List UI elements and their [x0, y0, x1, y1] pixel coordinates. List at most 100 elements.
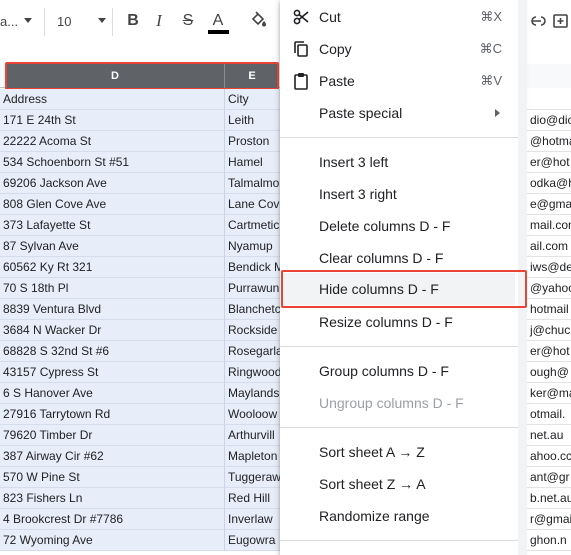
cell-column-d[interactable]: 27916 Tarrytown Rd [0, 404, 225, 425]
cell-column-d[interactable]: Address [0, 89, 225, 110]
cell-column-right[interactable]: er@hot [527, 341, 571, 362]
cell-column-d[interactable]: 3684 N Wacker Dr [0, 320, 225, 341]
cell-column-e[interactable]: Inverlaw [225, 509, 280, 530]
cell-column-right[interactable]: ghon.n [527, 530, 571, 551]
menu-item-label: Sort sheet Z → A [319, 476, 426, 492]
font-size-dropdown[interactable]: 10 [57, 14, 71, 29]
cell-column-e[interactable]: Maylands [225, 383, 280, 404]
cell-column-right[interactable]: j@chuc [527, 320, 571, 341]
menu-item-label: Paste special [319, 105, 403, 121]
cell-column-right[interactable]: b.net.au [527, 488, 571, 509]
cell-column-right[interactable]: e@gmail [527, 194, 571, 215]
toolbar-divider [112, 8, 113, 36]
cell-column-right[interactable]: dio@dic [527, 110, 571, 131]
cell-column-right[interactable]: iws@de [527, 257, 571, 278]
hide-columns-highlight [281, 270, 527, 308]
menu-item-group-columns[interactable]: Group columns D - F [280, 355, 522, 387]
cell-column-right[interactable]: @yahoo [527, 278, 571, 299]
strikethrough-button[interactable]: S [177, 10, 199, 32]
cell-column-d[interactable]: 808 Glen Cove Ave [0, 194, 225, 215]
shortcut-label: ⌘X [480, 9, 502, 24]
menu-item-insert-right[interactable]: Insert 3 right [280, 178, 522, 210]
menu-item-paste[interactable]: Paste ⌘V [280, 65, 522, 97]
cell-column-e[interactable]: Hamel [225, 152, 280, 173]
shortcut-label: ⌘C [479, 41, 502, 56]
cell-column-e[interactable]: Talmalmo [225, 173, 280, 194]
cell-column-d[interactable]: 387 Airway Cir #62 [0, 446, 225, 467]
cell-column-right[interactable]: ker@ma [527, 383, 571, 404]
cell-column-right[interactable]: ahoo.cc [527, 446, 571, 467]
scissors-icon [292, 8, 310, 26]
cell-column-d[interactable]: 87 Sylvan Ave [0, 236, 225, 257]
cell-column-right[interactable]: @hotma [527, 131, 571, 152]
cell-column-e[interactable]: Tuggeraw [225, 467, 280, 488]
menu-item-paste-special[interactable]: Paste special [280, 97, 522, 129]
menu-item-cut[interactable]: Cut ⌘X [280, 1, 522, 33]
cell-column-d[interactable]: 373 Lafayette St [0, 215, 225, 236]
cell-column-e[interactable]: Blanchetc [225, 299, 280, 320]
cell-column-right[interactable]: er@hot [527, 152, 571, 173]
cell-column-d[interactable]: 8839 Ventura Blvd [0, 299, 225, 320]
chevron-down-icon[interactable] [98, 18, 106, 23]
cell-column-d[interactable]: 68828 S 32nd St #6 [0, 341, 225, 362]
fill-color-icon[interactable] [247, 10, 269, 32]
cell-column-e[interactable]: Cartmetic [225, 215, 280, 236]
cell-column-e[interactable]: Nyamup [225, 236, 280, 257]
cell-column-d[interactable]: 570 W Pine St [0, 467, 225, 488]
cell-column-e[interactable]: Red Hill [225, 488, 280, 509]
menu-item-delete-columns[interactable]: Delete columns D - F [280, 210, 522, 242]
cell-column-d[interactable]: 171 E 24th St [0, 110, 225, 131]
cell-column-d[interactable]: 534 Schoenborn St #51 [0, 152, 225, 173]
chevron-down-icon[interactable] [24, 18, 32, 23]
cell-column-d[interactable]: 4 Brookcrest Dr #7786 [0, 509, 225, 530]
cell-column-e[interactable]: City [225, 89, 280, 110]
menu-item-label: Insert 3 right [319, 186, 397, 202]
cell-column-right[interactable]: ough@ [527, 362, 571, 383]
cell-column-e[interactable]: Rosegarla [225, 341, 280, 362]
menu-item-resize-columns[interactable]: Resize columns D - F [280, 306, 522, 338]
cell-column-d[interactable]: 60562 Ky Rt 321 [0, 257, 225, 278]
menu-item-copy[interactable]: Copy ⌘C [280, 33, 522, 65]
cell-column-d[interactable]: 43157 Cypress St [0, 362, 225, 383]
cell-column-right[interactable]: odka@h [527, 173, 571, 194]
toolbar-right-icons[interactable] [530, 12, 570, 35]
cell-column-d[interactable]: 823 Fishers Ln [0, 488, 225, 509]
copy-icon [292, 40, 310, 58]
cell-column-e[interactable]: Arthurvill [225, 425, 280, 446]
cell-column-e[interactable]: Wooloow [225, 404, 280, 425]
italic-button[interactable]: I [148, 10, 170, 32]
cell-column-d[interactable]: 6 S Hanover Ave [0, 383, 225, 404]
cell-column-right[interactable]: ant@gr [527, 467, 571, 488]
cell-column-right[interactable]: otmail. [527, 404, 571, 425]
cell-column-e[interactable]: Bendick M [225, 257, 280, 278]
menu-item-sort-za[interactable]: Sort sheet Z → A [280, 468, 522, 500]
cell-column-right[interactable]: r@gmai [527, 509, 571, 530]
cell-column-right[interactable]: ail.com [527, 236, 571, 257]
cell-column-e[interactable]: Eugowra [225, 530, 280, 551]
cell-column-e[interactable]: Rockside [225, 320, 280, 341]
cell-column-d[interactable]: 70 S 18th Pl [0, 278, 225, 299]
cell-column-right[interactable]: net.au [527, 425, 571, 446]
cell-column-d[interactable]: 69206 Jackson Ave [0, 173, 225, 194]
bold-button[interactable]: B [122, 10, 144, 32]
cell-column-right[interactable]: mail.com [527, 215, 571, 236]
cell-column-e[interactable]: Purrawun [225, 278, 280, 299]
selected-columns-highlight [5, 62, 279, 90]
cell-column-right[interactable]: hotmail [527, 299, 571, 320]
cell-column-d[interactable]: 79620 Timber Dr [0, 425, 225, 446]
menu-item-randomize-range[interactable]: Randomize range [280, 500, 522, 532]
menu-item-sort-az[interactable]: Sort sheet A → Z [280, 436, 522, 468]
font-name-dropdown[interactable]: a... [0, 14, 18, 29]
cell-column-d[interactable]: 22222 Acoma St [0, 131, 225, 152]
column-header-right[interactable] [527, 64, 571, 88]
cell-column-e[interactable]: Ringwood [225, 362, 280, 383]
menu-item-insert-left[interactable]: Insert 3 left [280, 146, 522, 178]
cell-column-e[interactable]: Leith [225, 110, 280, 131]
cell-column-e[interactable]: Lane Cove [225, 194, 280, 215]
text-color-button[interactable]: A [207, 10, 229, 32]
cell-column-right[interactable] [527, 89, 571, 110]
cell-column-d[interactable]: 72 Wyoming Ave [0, 530, 225, 551]
menu-item-label: Resize columns D - F [319, 314, 453, 330]
cell-column-e[interactable]: Proston [225, 131, 280, 152]
cell-column-e[interactable]: Mapleton [225, 446, 280, 467]
